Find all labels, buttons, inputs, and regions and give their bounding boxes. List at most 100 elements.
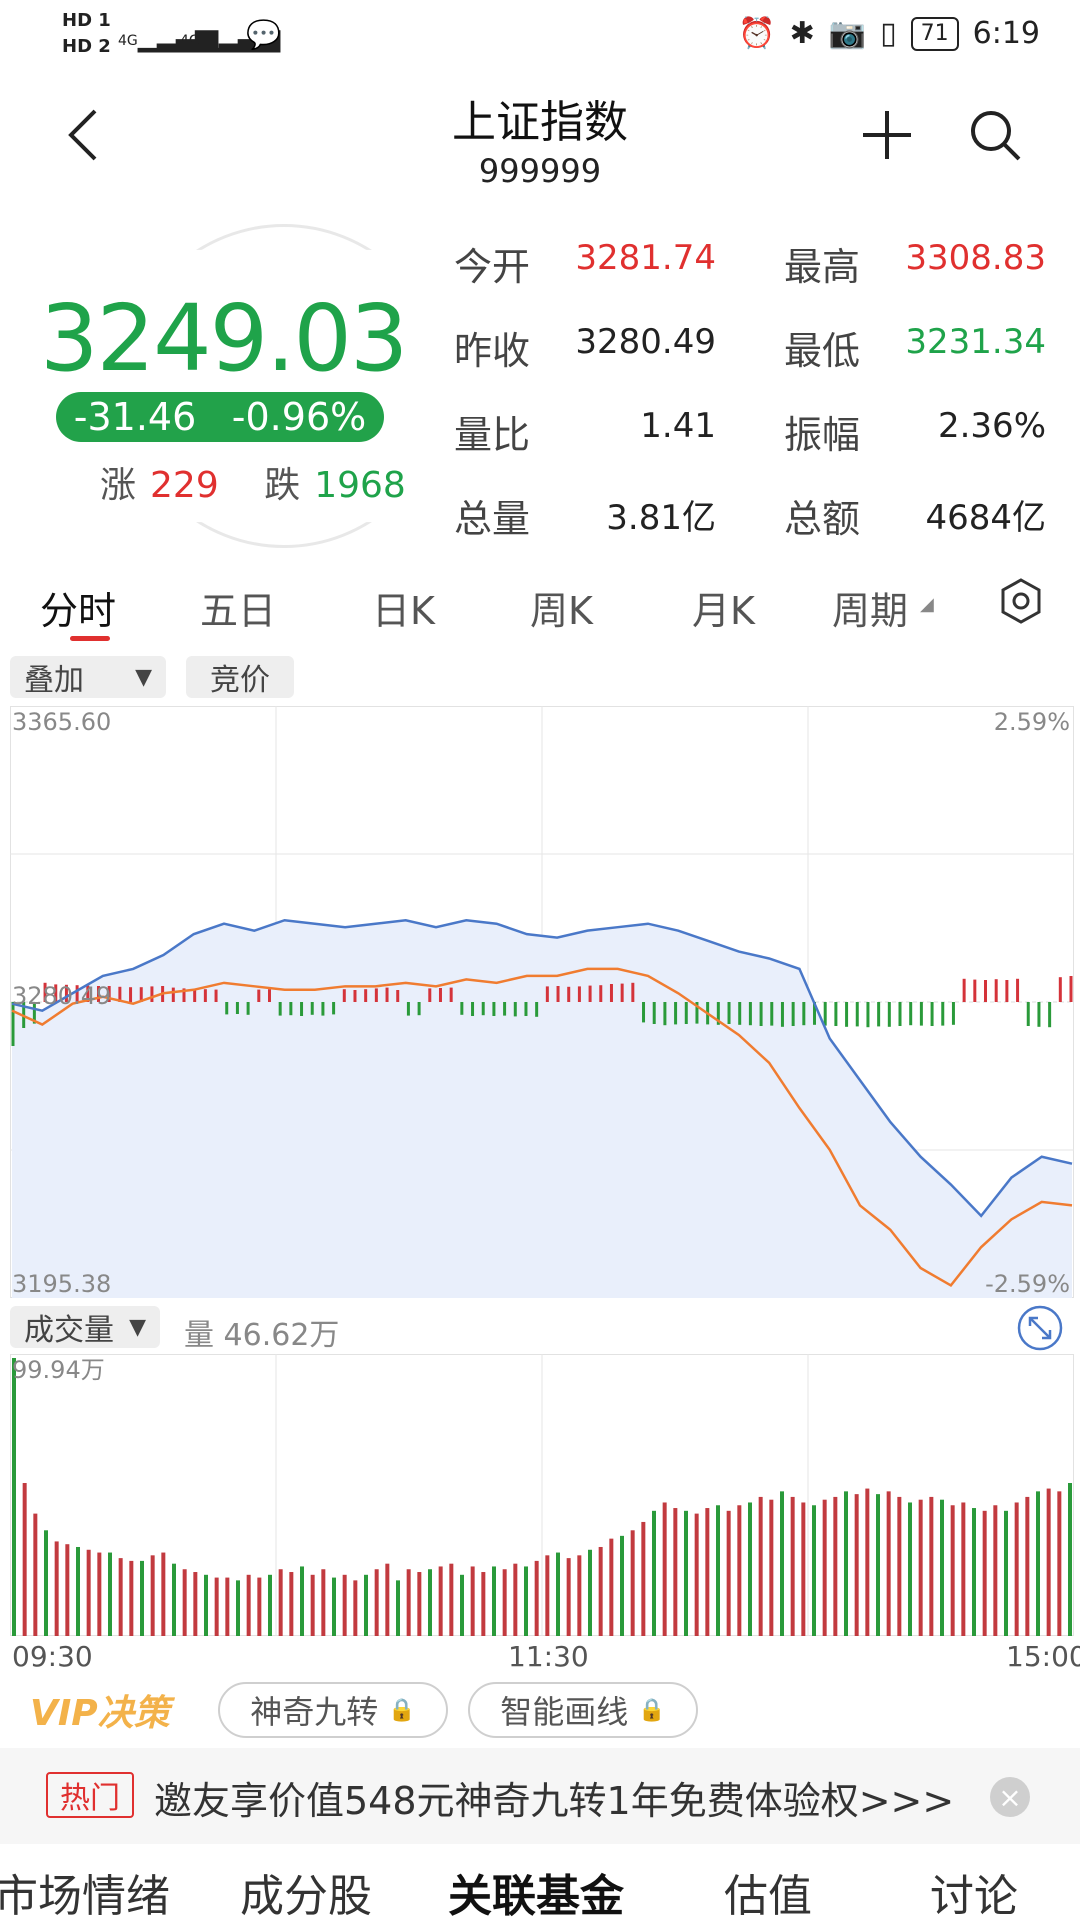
volume-bar [577,1555,582,1636]
volume-bar [1014,1502,1019,1636]
vip-decision-logo[interactable]: VIP决策 [30,1684,170,1736]
overlay-dropdown[interactable]: 叠加 ▼ [10,656,166,698]
expand-arrows-icon[interactable] [1016,1304,1064,1352]
change-percent: -0.96% [231,395,367,439]
volume-bar [588,1549,592,1636]
volume-bar [1068,1483,1072,1636]
volume-bar [950,1505,955,1636]
tab-5[interactable]: 周期 [832,580,908,635]
corner-triangle-icon: ◢ [920,594,934,615]
stat-value: 3.81亿 [606,498,716,538]
volume-bar [278,1569,283,1636]
volume-bar [684,1510,688,1636]
hexagon-settings-icon[interactable] [996,576,1046,626]
up-label: 涨 [100,465,137,506]
current-price: 3249.03 [40,285,408,392]
bluetooth-icon: ✱ [789,16,815,51]
stat-label: 昨收 [454,329,531,373]
volume-bar [662,1502,667,1636]
volume-bar [780,1491,784,1636]
auction-label: 竞价 [210,663,270,698]
stat-value: 4684亿 [925,498,1046,538]
volume-bar [982,1510,987,1636]
tab-4[interactable]: 月K [692,580,755,635]
x-label-close: 15:00 [1006,1640,1080,1673]
volume-bar [129,1560,134,1636]
volume-bar [566,1558,571,1636]
tab-2[interactable]: 日K [372,580,435,635]
y-max-label: 3365.60 [12,708,111,736]
volume-bar [929,1496,934,1636]
bottom-tab-0[interactable]: 市场情绪 [0,1860,170,1924]
stat-label: 振幅 [784,413,861,457]
stat-label: 量比 [454,413,531,457]
auction-chip[interactable]: 竞价 [186,656,294,698]
volume-bar [758,1496,763,1636]
search-icon[interactable] [960,100,1030,170]
bottom-tab-3[interactable]: 估值 [724,1860,812,1924]
plus-icon[interactable] [852,100,922,170]
y-min-label: 3195.38 [12,1270,111,1298]
tab-1[interactable]: 五日 [200,580,276,635]
change-pill: -31.46 -0.96% [56,392,384,442]
lock-icon: 🔒 [388,1697,416,1723]
volume-bar [673,1508,678,1636]
volume-bar [1036,1491,1040,1636]
status-right: ⏰ ✱ 📷 ▯ 71 6:19 [738,16,1040,51]
stat-label: 最低 [784,329,861,373]
volume-bar [620,1535,624,1636]
tab-0[interactable]: 分时 [40,580,116,635]
smart-draw-button[interactable]: 智能画线 🔒 [468,1682,698,1738]
volume-bar [236,1580,240,1636]
bottom-tab-4[interactable]: 讨论 [930,1860,1018,1924]
volume-bar [598,1546,603,1636]
volume-bar [556,1552,560,1636]
volume-chart[interactable]: 99.94万 [10,1354,1074,1636]
volume-bar [33,1513,38,1636]
volume-bar [140,1560,144,1636]
volume-bar [118,1558,123,1636]
close-icon[interactable]: × [990,1777,1030,1817]
stat-value: 1.41 [640,406,716,446]
promo-text[interactable]: 邀友享价值548元神奇九转1年免费体验权>>> [154,1770,954,1825]
tab-3[interactable]: 周K [530,580,593,635]
volume-bar [182,1569,187,1636]
bottom-tab-2[interactable]: 关联基金 [448,1860,624,1924]
volume-bar [609,1538,614,1636]
active-tab-underline [70,636,110,641]
volume-bar [833,1496,838,1636]
volume-bar [876,1494,880,1636]
down-label: 跌 [264,465,301,506]
stat-label: 总量 [454,497,531,541]
volume-bar [97,1552,102,1636]
nine-turn-label: 神奇九转 [250,1693,379,1731]
volume-bar [1004,1510,1008,1636]
pct-bottom-label: -2.59% [985,1270,1070,1298]
volume-bar [694,1513,699,1636]
volume-bar [844,1491,848,1636]
volume-bar [908,1502,912,1636]
volume-bar [44,1530,48,1636]
pct-top-label: 2.59% [994,708,1070,736]
volume-bar [769,1499,774,1636]
volume-bar [492,1566,496,1636]
volume-bar [364,1574,368,1636]
volume-bar [108,1552,112,1636]
volume-bar [524,1566,528,1636]
volume-bar [54,1541,59,1636]
volume-bar [993,1505,998,1636]
intraday-price-chart[interactable]: 3365.60 3195.38 3280.49 2.59% -2.59% [10,706,1074,1298]
nine-turn-button[interactable]: 神奇九转 🔒 [218,1682,448,1738]
volume-selector-label: 成交量 [24,1313,114,1348]
hd1-badge: HD 1 [62,10,111,31]
bottom-tab-1[interactable]: 成分股 [240,1860,372,1924]
overlay-label: 叠加 [24,663,84,698]
y-mid-label: 3280.49 [12,982,111,1010]
volume-bar [545,1555,550,1636]
hot-badge: 热门 [46,1772,134,1818]
x-label-noon: 11:30 [508,1640,589,1673]
clock: 6:19 [972,16,1040,51]
volume-bar [737,1505,742,1636]
volume-bar [854,1494,859,1636]
volume-dropdown[interactable]: 成交量 ▼ [10,1306,160,1348]
